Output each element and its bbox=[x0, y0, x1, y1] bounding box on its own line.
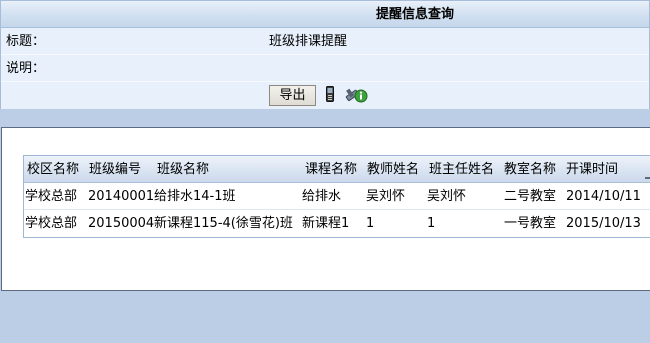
panel-title: 提醒信息查询 bbox=[1, 1, 649, 28]
cell-classroom: 二号教室 bbox=[504, 189, 557, 204]
table-row[interactable]: 学校总部 20140001 给排水14-1班 给排水 吴刘怀 吴刘怀 二号教室 … bbox=[24, 183, 650, 210]
cell-class-name: 新课程115-4(徐雪花)班 bbox=[154, 216, 293, 231]
cell-classroom: 一号教室 bbox=[504, 216, 557, 231]
cell-start-date: 2015/10/13 bbox=[566, 216, 641, 231]
column-header-course-name[interactable]: 课程名称 bbox=[305, 156, 357, 183]
cell-campus: 学校总部 bbox=[25, 189, 78, 204]
form-row-title: 标题： 班级排课提醒 bbox=[1, 28, 649, 55]
column-header-head-teacher[interactable]: 班主任姓名 bbox=[429, 156, 494, 183]
cell-teacher: 吴刘怀 bbox=[366, 189, 406, 204]
cell-head-teacher: 1 bbox=[427, 216, 436, 231]
title-value: 班级排课提醒 bbox=[269, 34, 348, 49]
column-header-campus[interactable]: 校区名称 bbox=[27, 156, 79, 183]
cell-class-name: 给排水14-1班 bbox=[154, 189, 236, 204]
query-panel: 提醒信息查询 标题： 班级排课提醒 说明： 导出 bbox=[0, 0, 650, 109]
column-header-start-date[interactable]: 开课时间 bbox=[566, 156, 618, 183]
results-grid: 校区名称 班级编号 班级名称 课程名称 教师姓名 班主任姓名 教室名称 开课时间… bbox=[23, 155, 650, 238]
description-label: 说明： bbox=[6, 61, 46, 76]
column-header-class-code[interactable]: 班级编号 bbox=[89, 156, 141, 183]
column-header-class-name[interactable]: 班级名称 bbox=[157, 156, 209, 183]
cell-course-name: 新课程1 bbox=[302, 216, 350, 231]
cell-class-code: 20150004 bbox=[88, 216, 155, 231]
cell-campus: 学校总部 bbox=[25, 216, 78, 231]
cell-start-date: 2014/10/11 bbox=[566, 189, 641, 204]
table-row[interactable]: 学校总部 20150004 新课程115-4(徐雪花)班 新课程1 1 1 一号… bbox=[24, 210, 650, 237]
cell-course-name: 给排水 bbox=[302, 189, 342, 204]
grid-header-row: 校区名称 班级编号 班级名称 课程名称 教师姓名 班主任姓名 教室名称 开课时间 bbox=[24, 156, 650, 183]
header-divider bbox=[645, 177, 650, 179]
results-panel: 校区名称 班级编号 班级名称 课程名称 教师姓名 班主任姓名 教室名称 开课时间… bbox=[1, 127, 650, 291]
form-row-description: 说明： bbox=[1, 55, 649, 82]
title-label: 标题： bbox=[6, 34, 46, 49]
column-header-classroom[interactable]: 教室名称 bbox=[504, 156, 556, 183]
tools-info-icon[interactable] bbox=[345, 85, 369, 107]
column-header-teacher[interactable]: 教师姓名 bbox=[367, 156, 419, 183]
cell-head-teacher: 吴刘怀 bbox=[427, 189, 467, 204]
action-row: 导出 bbox=[1, 82, 649, 109]
cell-class-code: 20140001 bbox=[88, 189, 155, 204]
cell-teacher: 1 bbox=[366, 216, 375, 231]
mobile-phone-icon[interactable] bbox=[326, 86, 334, 106]
export-button[interactable]: 导出 bbox=[269, 85, 316, 106]
